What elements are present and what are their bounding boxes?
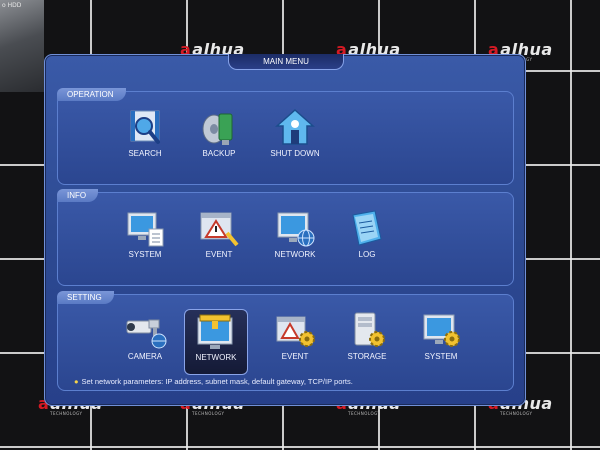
camera-icon: [126, 319, 167, 349]
setting-panel-label: SETTING: [57, 291, 114, 304]
network-info-button[interactable]: NETWORK: [264, 209, 326, 269]
search-icon: [130, 110, 160, 144]
camera-feed-thumbnail: o HDD: [0, 0, 44, 92]
info-panel: INFO SYSTEM EVENT NETWORK LOG: [57, 189, 514, 286]
operation-panel-label: OPERATION: [57, 88, 126, 101]
main-menu-dialog: MAIN MENU OPERATION SEARCH BACKUP SHUT D…: [44, 54, 526, 406]
camera-tile-text: o HDD: [2, 2, 22, 9]
camera-setting-label: CAMERA: [127, 352, 163, 361]
shutdown-icon: [275, 108, 315, 145]
system-setting-label: SYSTEM: [424, 352, 458, 361]
network-info-icon: [277, 212, 315, 247]
storage-icon: [354, 312, 385, 347]
shut-down-button[interactable]: SHUT DOWN: [264, 108, 326, 168]
operation-panel: OPERATION SEARCH BACKUP SHUT DOWN: [57, 88, 514, 185]
setting-panel: SETTING CAMERA NETWORK EVENT STORAGE SYS…: [57, 291, 514, 391]
setting-hint-text: Set network parameters: IP address, subn…: [81, 377, 353, 386]
network-info-label: NETWORK: [274, 250, 316, 259]
log-label: LOG: [358, 250, 376, 259]
storage-setting-label: STORAGE: [347, 352, 387, 361]
system-setting-button[interactable]: SYSTEM: [410, 311, 472, 371]
backup-icon: [202, 113, 233, 145]
event-setting-label: EVENT: [281, 352, 309, 361]
search-label: SEARCH: [128, 149, 162, 158]
shut-down-label: SHUT DOWN: [270, 149, 320, 158]
event-setting-button[interactable]: EVENT: [264, 311, 326, 371]
network-setting-button[interactable]: NETWORK: [184, 309, 248, 375]
info-panel-label: INFO: [57, 189, 99, 202]
backup-button[interactable]: BACKUP: [188, 108, 250, 168]
system-info-icon: [127, 212, 164, 247]
log-icon: [352, 210, 382, 246]
event-info-label: EVENT: [205, 250, 233, 259]
log-button[interactable]: LOG: [336, 209, 398, 269]
storage-setting-button[interactable]: STORAGE: [336, 311, 398, 371]
setting-hint: ● Set network parameters: IP address, sub…: [74, 377, 353, 386]
event-info-icon: [200, 212, 239, 247]
system-setting-icon: [423, 314, 460, 347]
search-button[interactable]: SEARCH: [114, 108, 176, 168]
network-setting-icon: [197, 314, 233, 349]
lightbulb-icon: ●: [74, 377, 79, 386]
dialog-title: MAIN MENU: [228, 54, 344, 70]
backup-label: BACKUP: [202, 149, 236, 158]
event-setting-icon: [276, 316, 315, 347]
camera-setting-button[interactable]: CAMERA: [114, 311, 176, 371]
system-info-label: SYSTEM: [128, 250, 162, 259]
system-info-button[interactable]: SYSTEM: [114, 209, 176, 269]
event-info-button[interactable]: EVENT: [188, 209, 250, 269]
network-setting-label: NETWORK: [195, 353, 237, 362]
